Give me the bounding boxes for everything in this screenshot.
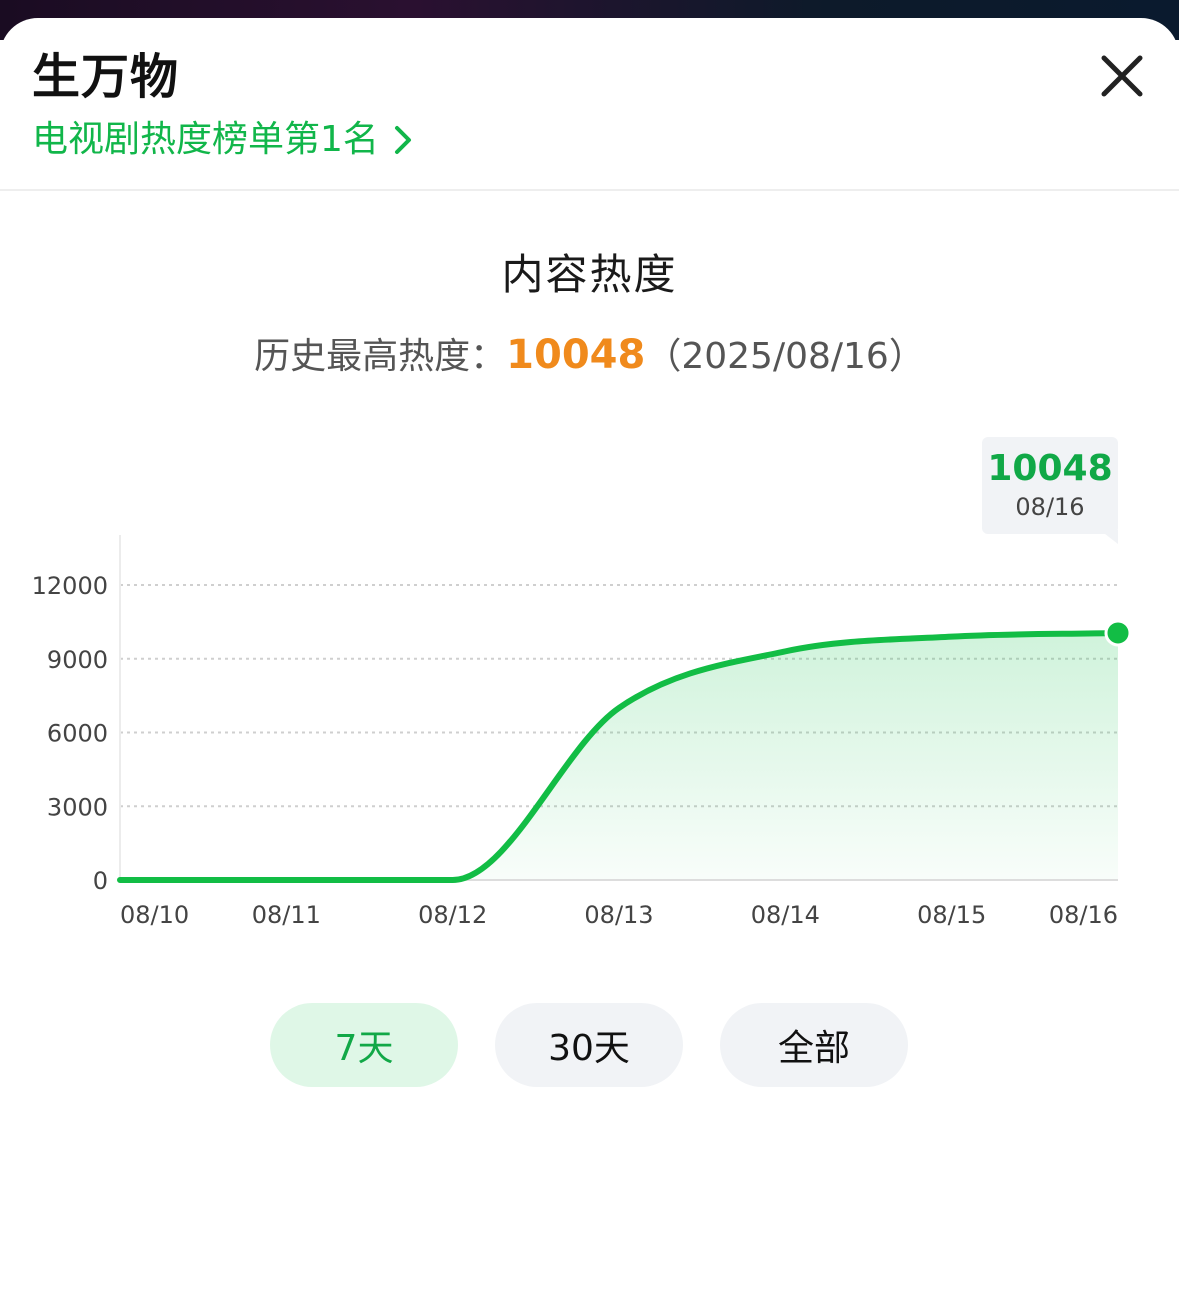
page-title: 生万物 [32, 49, 180, 105]
y-tick-label: 0 [93, 867, 108, 895]
range-7-days-label: 7天 [334, 1028, 394, 1069]
y-tick-label: 3000 [47, 793, 108, 821]
range-all-label: 全部 [777, 1028, 850, 1069]
peak-heat: 历史最高热度：10048（2025/08/16） [0, 330, 1179, 382]
peak-date: （2025/08/16） [645, 336, 925, 377]
x-tick-label: 08/16 [1049, 901, 1118, 929]
series-area [120, 632, 1118, 880]
last-data-point [1104, 619, 1132, 647]
range-7-days-button[interactable]: 7天 [270, 1003, 458, 1087]
range-30-days-label: 30天 [548, 1028, 630, 1069]
chevron-right-icon [394, 126, 411, 154]
range-all-button[interactable]: 全部 [720, 1003, 908, 1087]
peak-label: 历史最高热度： [254, 336, 507, 377]
x-tick-label: 08/12 [418, 901, 487, 929]
tooltip-pointer [1100, 530, 1118, 544]
chart-tooltip: 10048 08/16 [982, 437, 1118, 534]
peak-value: 10048 [506, 332, 646, 378]
header-divider [0, 189, 1179, 191]
tooltip-value: 10048 [987, 448, 1113, 489]
y-tick-label: 9000 [47, 646, 108, 674]
x-tick-label: 08/15 [917, 901, 986, 929]
y-tick-label: 6000 [47, 720, 108, 748]
tooltip-date: 08/16 [1015, 493, 1085, 521]
y-tick-label: 12000 [32, 572, 108, 600]
x-tick-label: 08/13 [584, 901, 653, 929]
section-title: 内容热度 [501, 250, 678, 299]
x-tick-label: 08/11 [252, 901, 321, 929]
close-icon[interactable] [1096, 50, 1148, 102]
x-tick-label: 08/10 [120, 901, 189, 929]
range-30-days-button[interactable]: 30天 [495, 1003, 683, 1087]
rank-link[interactable]: 电视剧热度榜单第1名 [32, 116, 413, 164]
x-tick-label: 08/14 [751, 901, 820, 929]
rank-link-label: 电视剧热度榜单第1名 [32, 119, 379, 160]
